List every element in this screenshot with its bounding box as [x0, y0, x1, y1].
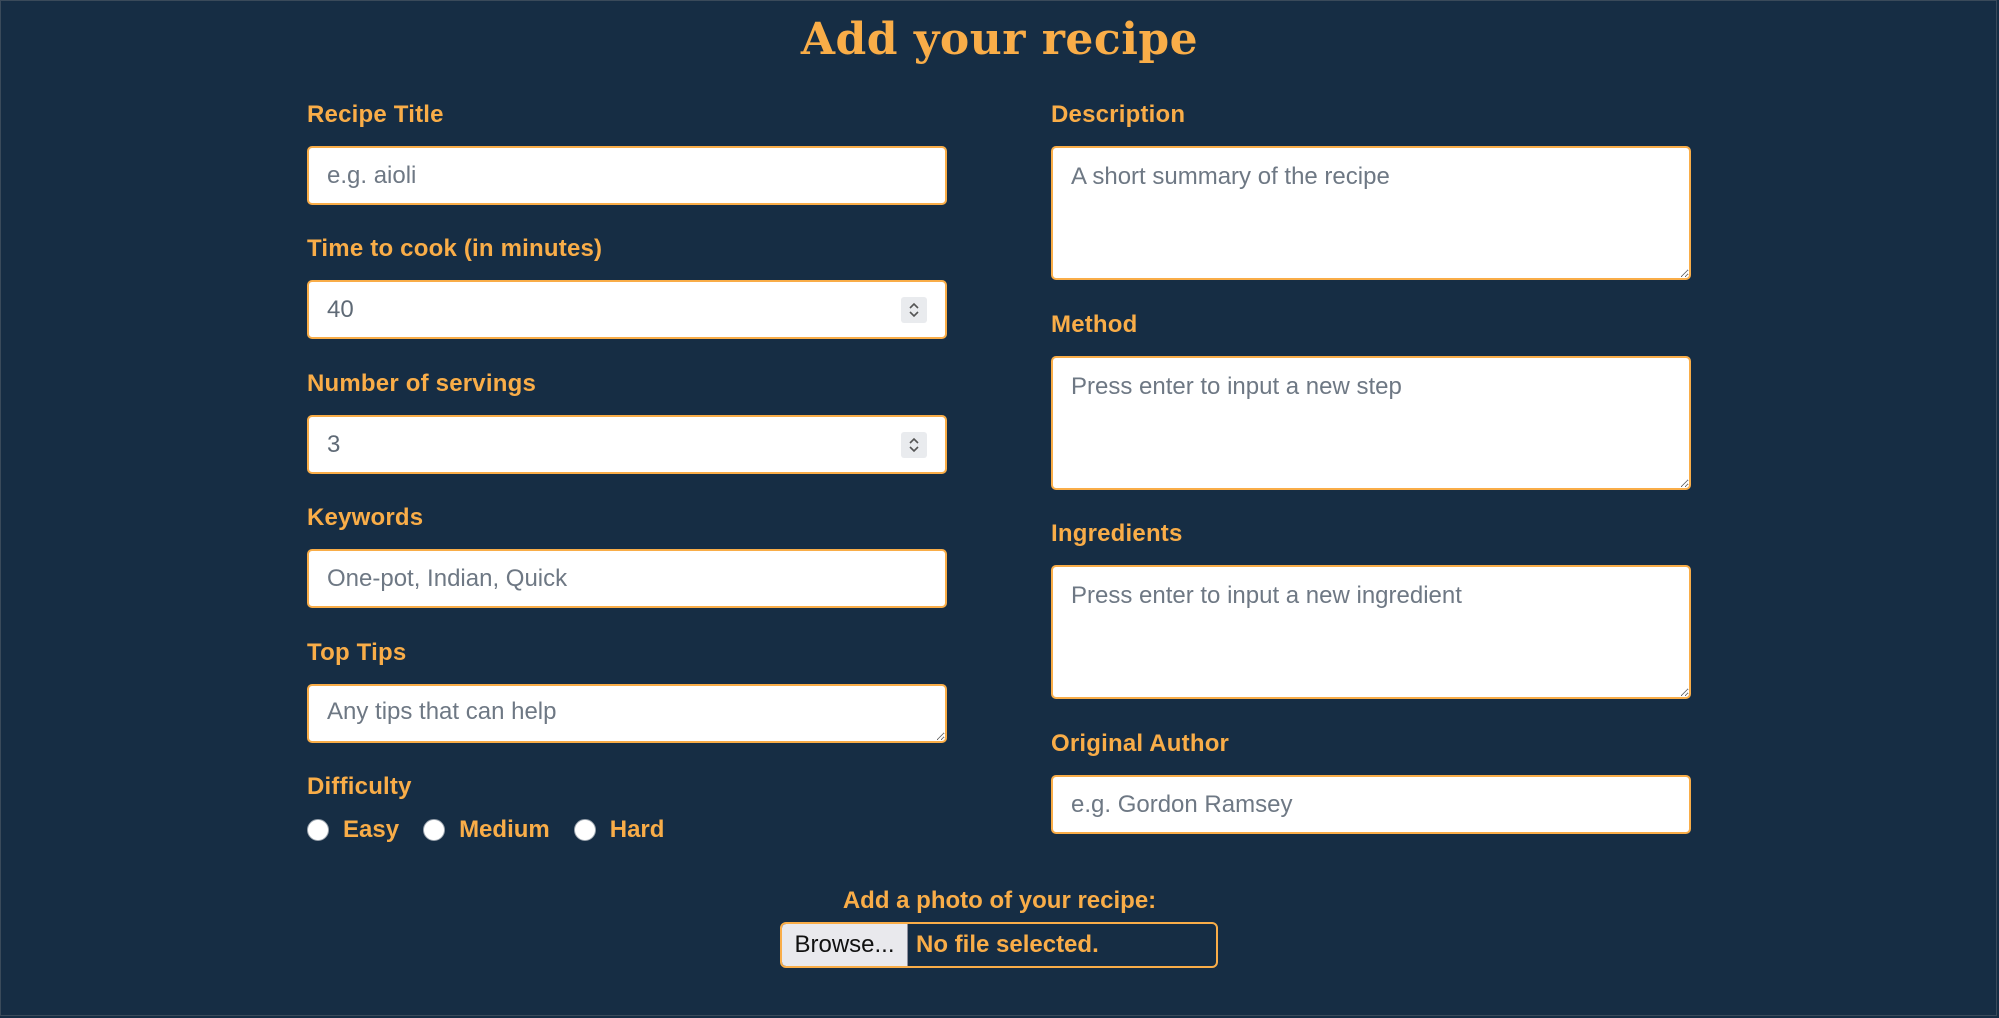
ingredients-label: Ingredients: [1051, 520, 1183, 547]
keywords-field: Keywords: [307, 503, 947, 608]
time-to-cook-wrapper: [307, 280, 947, 339]
description-textarea[interactable]: [1051, 146, 1691, 280]
description-field: Description: [1051, 100, 1691, 280]
file-status-text: No file selected.: [916, 931, 1099, 958]
top-tips-field: Top Tips: [307, 638, 947, 743]
difficulty-hard-label: Hard: [609, 816, 665, 843]
time-to-cook-field: Time to cook (in minutes): [307, 234, 947, 339]
difficulty-label: Difficulty: [307, 773, 412, 800]
file-input[interactable]: Browse... No file selected.: [780, 922, 1218, 968]
browse-button[interactable]: Browse...: [782, 924, 908, 966]
original-author-input[interactable]: [1051, 775, 1691, 834]
photo-upload-section: Add a photo of your recipe: Browse... No…: [0, 886, 1999, 968]
servings-field: Number of servings: [307, 369, 947, 474]
page-frame: [0, 0, 1997, 1016]
difficulty-field: Difficulty Easy Medium Hard: [307, 772, 947, 843]
servings-wrapper: [307, 415, 947, 474]
recipe-title-field: Recipe Title: [307, 100, 947, 205]
ingredients-textarea[interactable]: [1051, 565, 1691, 699]
top-tips-textarea[interactable]: [307, 684, 947, 743]
servings-stepper[interactable]: [901, 432, 927, 458]
spinner-arrows-icon: [909, 437, 919, 453]
recipe-title-label: Recipe Title: [307, 101, 444, 128]
difficulty-medium-option[interactable]: Medium: [423, 816, 550, 844]
recipe-title-input[interactable]: [307, 146, 947, 205]
ingredients-field: Ingredients: [1051, 519, 1691, 699]
difficulty-radio-group: Easy Medium Hard: [307, 814, 688, 846]
method-field: Method: [1051, 310, 1691, 490]
time-to-cook-input[interactable]: [307, 280, 947, 339]
top-tips-label: Top Tips: [307, 639, 407, 666]
original-author-field: Original Author: [1051, 729, 1691, 834]
time-to-cook-label: Time to cook (in minutes): [307, 235, 603, 262]
difficulty-hard-radio[interactable]: [573, 819, 596, 841]
difficulty-easy-label: Easy: [343, 816, 400, 843]
servings-label: Number of servings: [307, 370, 536, 397]
time-to-cook-stepper[interactable]: [901, 297, 927, 323]
method-label: Method: [1051, 311, 1138, 338]
difficulty-easy-option[interactable]: Easy: [307, 816, 399, 844]
page-title: Add your recipe: [800, 14, 1199, 65]
difficulty-easy-radio[interactable]: [307, 819, 329, 841]
difficulty-hard-option[interactable]: Hard: [573, 816, 665, 844]
difficulty-medium-label: Medium: [459, 816, 550, 843]
keywords-input[interactable]: [307, 549, 947, 608]
difficulty-medium-radio[interactable]: [423, 819, 446, 841]
original-author-label: Original Author: [1051, 730, 1230, 757]
photo-upload-label: Add a photo of your recipe:: [842, 887, 1157, 914]
keywords-label: Keywords: [307, 504, 424, 531]
spinner-arrows-icon: [909, 302, 919, 318]
servings-input[interactable]: [307, 415, 947, 474]
method-textarea[interactable]: [1051, 356, 1691, 490]
description-label: Description: [1051, 101, 1186, 128]
